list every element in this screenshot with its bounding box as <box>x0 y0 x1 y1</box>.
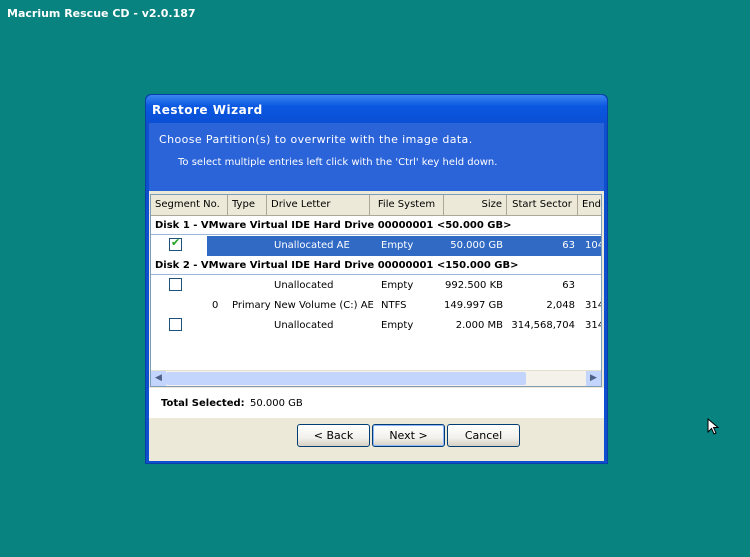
back-button[interactable]: < Back <box>297 424 370 447</box>
total-selected-value: 50.000 GB <box>250 398 303 409</box>
cell-end: 314 <box>585 300 601 311</box>
col-file-system[interactable]: File System <box>370 195 444 215</box>
cell-fs: Empty <box>381 320 414 331</box>
cell-size: 50.000 GB <box>450 240 503 251</box>
cell-drive: Unallocated AE <box>274 240 350 251</box>
col-start-sector[interactable]: Start Sector <box>507 195 578 215</box>
row-checkbox[interactable]: ✔ <box>169 236 182 251</box>
row-checkbox[interactable] <box>169 278 182 291</box>
cell-fs: Empty <box>381 280 414 291</box>
disk-header: Disk 1 - VMware Virtual IDE Hard Drive 0… <box>151 216 601 235</box>
instructions-subheading: To select multiple entries left click wi… <box>178 157 498 168</box>
checkmark-icon: ✔ <box>171 236 181 249</box>
cell-start: 63 <box>562 280 575 291</box>
col-drive-letter[interactable]: Drive Letter <box>267 195 370 215</box>
instructions-heading: Choose Partition(s) to overwrite with th… <box>159 133 473 146</box>
cell-drive: New Volume (C:) AE <box>274 300 374 311</box>
dialog-title: Restore Wizard <box>152 103 263 117</box>
dialog-client: Choose Partition(s) to overwrite with th… <box>149 123 604 461</box>
col-size[interactable]: Size <box>444 195 507 215</box>
horizontal-scrollbar[interactable]: ◀ ▶ <box>151 370 601 386</box>
disk-header: Disk 2 - VMware Virtual IDE Hard Drive 0… <box>151 256 601 275</box>
table-row[interactable]: Unallocated Empty 992.500 KB 63 <box>151 276 601 296</box>
cancel-button[interactable]: Cancel <box>447 424 520 447</box>
mouse-pointer-icon <box>707 418 720 435</box>
total-selected-label: Total Selected: <box>161 398 245 409</box>
col-end-sector[interactable]: End <box>578 195 601 215</box>
col-type[interactable]: Type <box>228 195 267 215</box>
cell-size: 992.500 KB <box>445 280 503 291</box>
next-button[interactable]: Next > <box>372 424 445 447</box>
right-arrow-icon[interactable]: ▶ <box>586 371 601 386</box>
col-segment[interactable]: Segment No. <box>151 195 228 215</box>
column-headers: Segment No. Type Drive Letter File Syste… <box>151 195 601 216</box>
cell-fs: Empty <box>381 240 414 251</box>
scroll-thumb[interactable] <box>166 372 526 385</box>
table-row[interactable]: Unallocated Empty 2.000 MB 314,568,704 3… <box>151 316 601 336</box>
cell-drive: Unallocated <box>274 320 334 331</box>
row-checkbox[interactable] <box>169 318 182 331</box>
app-title: Macrium Rescue CD - v2.0.187 <box>7 7 196 20</box>
restore-wizard-dialog: Restore Wizard Choose Partition(s) to ov… <box>145 94 608 464</box>
cell-start: 63 <box>562 240 575 251</box>
cell-size: 2.000 MB <box>455 320 503 331</box>
cell-start: 314,568,704 <box>511 320 575 331</box>
cell-size: 149.997 GB <box>444 300 504 311</box>
cell-drive: Unallocated <box>274 280 334 291</box>
table-row[interactable]: 0 Primary New Volume (C:) AE NTFS 149.99… <box>151 296 601 316</box>
table-row[interactable]: ✔ Unallocated AE Empty 50.000 GB 63 104 <box>151 236 601 256</box>
cell-end: 104 <box>585 240 601 251</box>
cell-segment: 0 <box>212 300 219 311</box>
instructions-band: Choose Partition(s) to overwrite with th… <box>149 123 604 191</box>
partition-list[interactable]: Segment No. Type Drive Letter File Syste… <box>150 194 602 387</box>
dialog-titlebar[interactable]: Restore Wizard <box>146 95 607 123</box>
cell-end: 314 <box>585 320 601 331</box>
cell-type: Primary <box>232 300 271 311</box>
cell-fs: NTFS <box>381 300 407 311</box>
cell-start: 2,048 <box>546 300 575 311</box>
left-arrow-icon[interactable]: ◀ <box>151 371 166 386</box>
